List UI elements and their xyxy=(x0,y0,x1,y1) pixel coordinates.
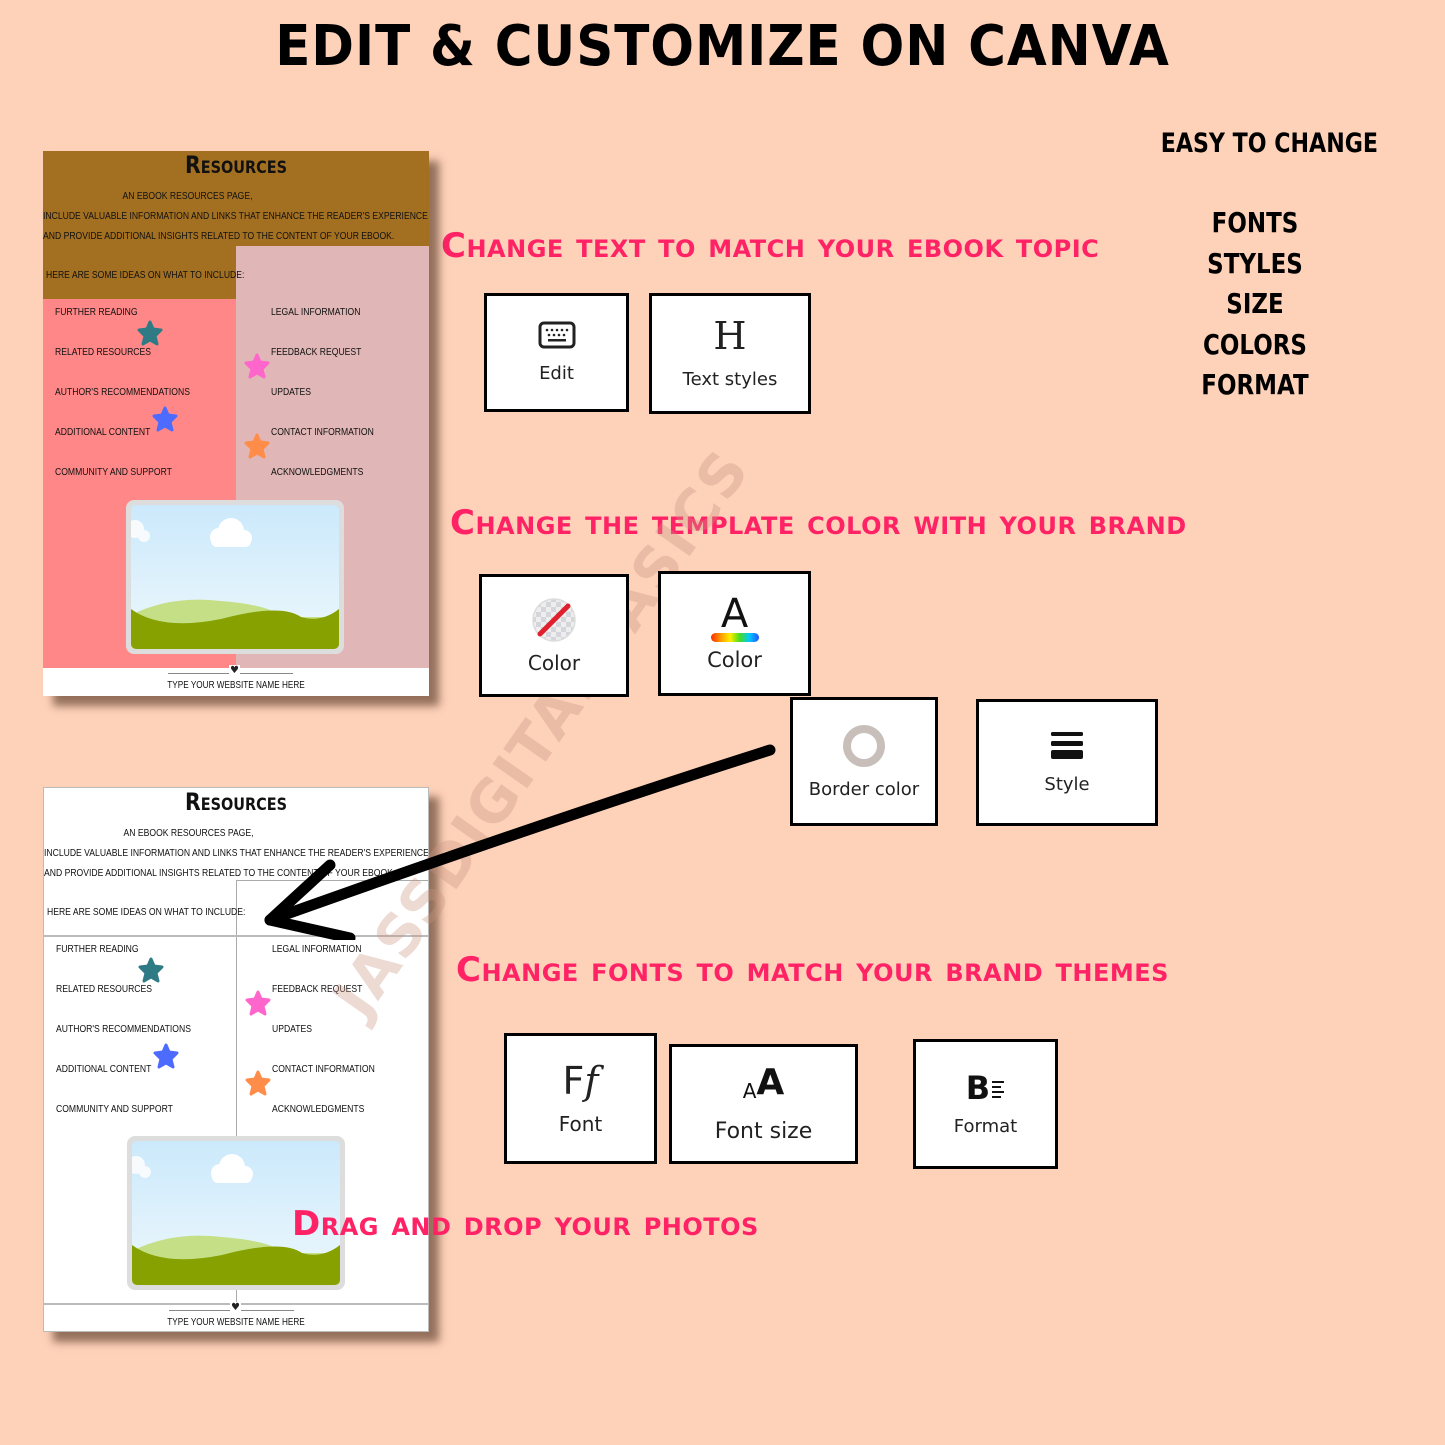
template-list-item: Updates xyxy=(272,1023,313,1035)
heart-icon: ♥ xyxy=(230,1302,241,1313)
format-button[interactable]: B Format xyxy=(913,1039,1058,1169)
template-list-item: Further reading xyxy=(55,306,138,318)
heart-icon: ♥ xyxy=(229,665,240,676)
easy-item-styles: STYLES xyxy=(1207,246,1303,280)
flower-star-icon-teal xyxy=(138,957,164,983)
edit-label: Edit xyxy=(539,363,574,384)
template-list-item: Author's recommendations xyxy=(56,1023,191,1035)
template-list-item: Community and support xyxy=(55,466,172,478)
template-list-item: Contact information xyxy=(272,1063,375,1075)
border-style-label: Style xyxy=(1044,774,1090,795)
template-footer-text: Type your website name here xyxy=(167,1317,305,1328)
border-style-button[interactable]: Style xyxy=(976,699,1158,826)
easy-item-size: SIZE xyxy=(1226,287,1284,320)
font-ff-icon: Ff xyxy=(562,1058,599,1103)
template-footer: ♥ Type your website name here xyxy=(43,665,429,696)
flower-star-icon-orange xyxy=(244,433,270,459)
template-list-item: Related resources xyxy=(55,346,152,358)
template-list-item: Feedback request xyxy=(272,983,363,995)
page-title: EDIT & CUSTOMIZE ON CANVA xyxy=(275,14,1170,79)
photo-placeholder[interactable] xyxy=(126,500,344,654)
fill-color-label: Color xyxy=(527,650,581,675)
section-heading-text: Change text to match your ebook topic xyxy=(441,226,1100,266)
font-size-label: Font size xyxy=(714,1118,813,1144)
template-intro-line: An ebook resources page, xyxy=(122,190,253,202)
flower-star-icon-pink xyxy=(244,353,270,379)
template-list-item: Feedback request xyxy=(271,346,362,358)
text-styles-label: Text styles xyxy=(682,369,778,390)
text-styles-button[interactable]: H Text styles xyxy=(649,293,811,414)
flower-star-icon-teal xyxy=(137,320,163,346)
landscape-image-icon xyxy=(131,518,339,649)
section-heading-color: Change the template color with your bran… xyxy=(450,503,1187,543)
easy-to-change-heading: EASY TO CHANGE xyxy=(1160,128,1379,159)
easy-item-colors: COLORS xyxy=(1203,327,1307,361)
fill-color-button[interactable]: Color xyxy=(479,574,629,697)
template-ideas-label: Here are some ideas on what to include: xyxy=(46,269,245,281)
template-list-item: Community and support xyxy=(56,1103,173,1115)
flower-star-icon-pink xyxy=(245,990,271,1016)
template-intro-line: and provide additional insights related … xyxy=(43,230,395,242)
easy-item-fonts: FONTS xyxy=(1211,206,1299,239)
template-intro-line: include valuable information and links t… xyxy=(43,210,428,222)
template-list-item: Updates xyxy=(271,386,312,398)
border-color-label: Border color xyxy=(808,779,920,800)
section-heading-photos: Drag and drop your photos xyxy=(292,1204,759,1244)
template-list-item: Related resources xyxy=(56,983,153,995)
template-list-item: Further reading xyxy=(56,943,139,955)
no-fill-color-icon xyxy=(531,597,577,643)
border-color-button[interactable]: Border color xyxy=(790,697,938,826)
template-list-item: Additional content xyxy=(55,426,151,438)
format-label: Format xyxy=(953,1115,1018,1137)
flower-star-icon-blue xyxy=(152,406,178,432)
easy-item-format: FORMAT xyxy=(1201,368,1309,401)
section-heading-fonts: Change fonts to match your brand themes xyxy=(456,950,1169,990)
format-bold-list-icon: B xyxy=(966,1072,1005,1104)
text-color-label: Color xyxy=(707,648,762,672)
template-list-item: Contact information xyxy=(271,426,374,438)
template-list-item: Legal information xyxy=(271,306,361,318)
template-list-item: Author's recommendations xyxy=(55,386,190,398)
template-ideas-label: Here are some ideas on what to include: xyxy=(47,906,246,918)
font-label: Font xyxy=(558,1111,603,1136)
template-footer: ♥ Type your website name here xyxy=(44,1302,428,1331)
flower-star-icon-blue xyxy=(153,1043,179,1069)
keyboard-icon xyxy=(538,321,576,349)
template-list-item: Acknowledgments xyxy=(272,1103,365,1115)
template-list-item: Legal information xyxy=(272,943,362,955)
edit-button[interactable]: Edit xyxy=(484,293,629,412)
border-ring-icon xyxy=(841,723,887,769)
template-footer-text: Type your website name here xyxy=(167,680,305,691)
template-list-item: Additional content xyxy=(56,1063,152,1075)
font-size-button[interactable]: AA Font size xyxy=(669,1044,858,1164)
text-color-a-icon: A xyxy=(710,594,759,642)
font-button[interactable]: Ff Font xyxy=(504,1033,657,1164)
flower-star-icon-orange xyxy=(245,1070,271,1096)
text-color-button[interactable]: A Color xyxy=(658,571,811,696)
font-size-aa-icon: AA xyxy=(742,1061,785,1103)
easy-to-change-panel: EASY TO CHANGE FONTS STYLES SIZE COLORS … xyxy=(1140,128,1379,406)
heading-h-icon: H xyxy=(713,314,747,358)
arrow-pointing-to-template-icon xyxy=(264,744,776,940)
template-preview-colored: Resources An ebook resources page, inclu… xyxy=(43,151,429,696)
template-title: Resources xyxy=(184,151,287,179)
border-style-lines-icon xyxy=(1050,730,1084,762)
template-list-item: Acknowledgments xyxy=(271,466,364,478)
